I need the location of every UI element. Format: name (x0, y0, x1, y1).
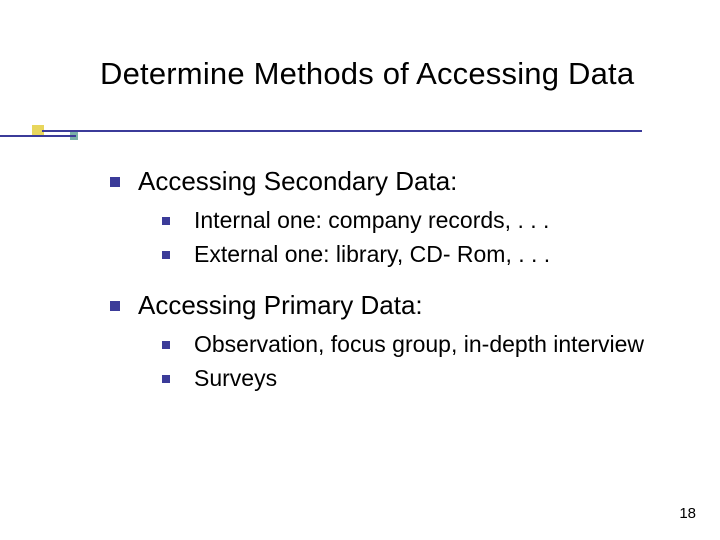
section-heading: Accessing Primary Data: (110, 289, 680, 322)
slide: Determine Methods of Accessing Data Acce… (0, 0, 720, 540)
list-item-text: Surveys (194, 364, 277, 393)
list-item-text: External one: library, CD- Rom, . . . (194, 240, 550, 269)
section-heading-text: Accessing Primary Data: (138, 289, 423, 322)
bullet-icon (162, 217, 170, 225)
list-item-text: Observation, focus group, in-depth inter… (194, 330, 644, 359)
bullet-icon (110, 177, 120, 187)
section-heading: Accessing Secondary Data: (110, 165, 680, 198)
title-underline-short (0, 135, 76, 137)
title-underline (42, 130, 642, 132)
section-heading-text: Accessing Secondary Data: (138, 165, 457, 198)
slide-body: Accessing Secondary Data: Internal one: … (110, 165, 680, 413)
bullet-icon (162, 375, 170, 383)
bullet-icon (162, 251, 170, 259)
section-items: Observation, focus group, in-depth inter… (162, 330, 680, 393)
list-item: External one: library, CD- Rom, . . . (162, 240, 680, 269)
list-item-text: Internal one: company records, . . . (194, 206, 549, 235)
bullet-icon (162, 341, 170, 349)
list-item: Internal one: company records, . . . (162, 206, 680, 235)
list-item: Observation, focus group, in-depth inter… (162, 330, 680, 359)
bullet-icon (110, 301, 120, 311)
section-items: Internal one: company records, . . . Ext… (162, 206, 680, 269)
slide-title: Determine Methods of Accessing Data (100, 56, 634, 92)
list-item: Surveys (162, 364, 680, 393)
page-number: 18 (679, 505, 696, 522)
